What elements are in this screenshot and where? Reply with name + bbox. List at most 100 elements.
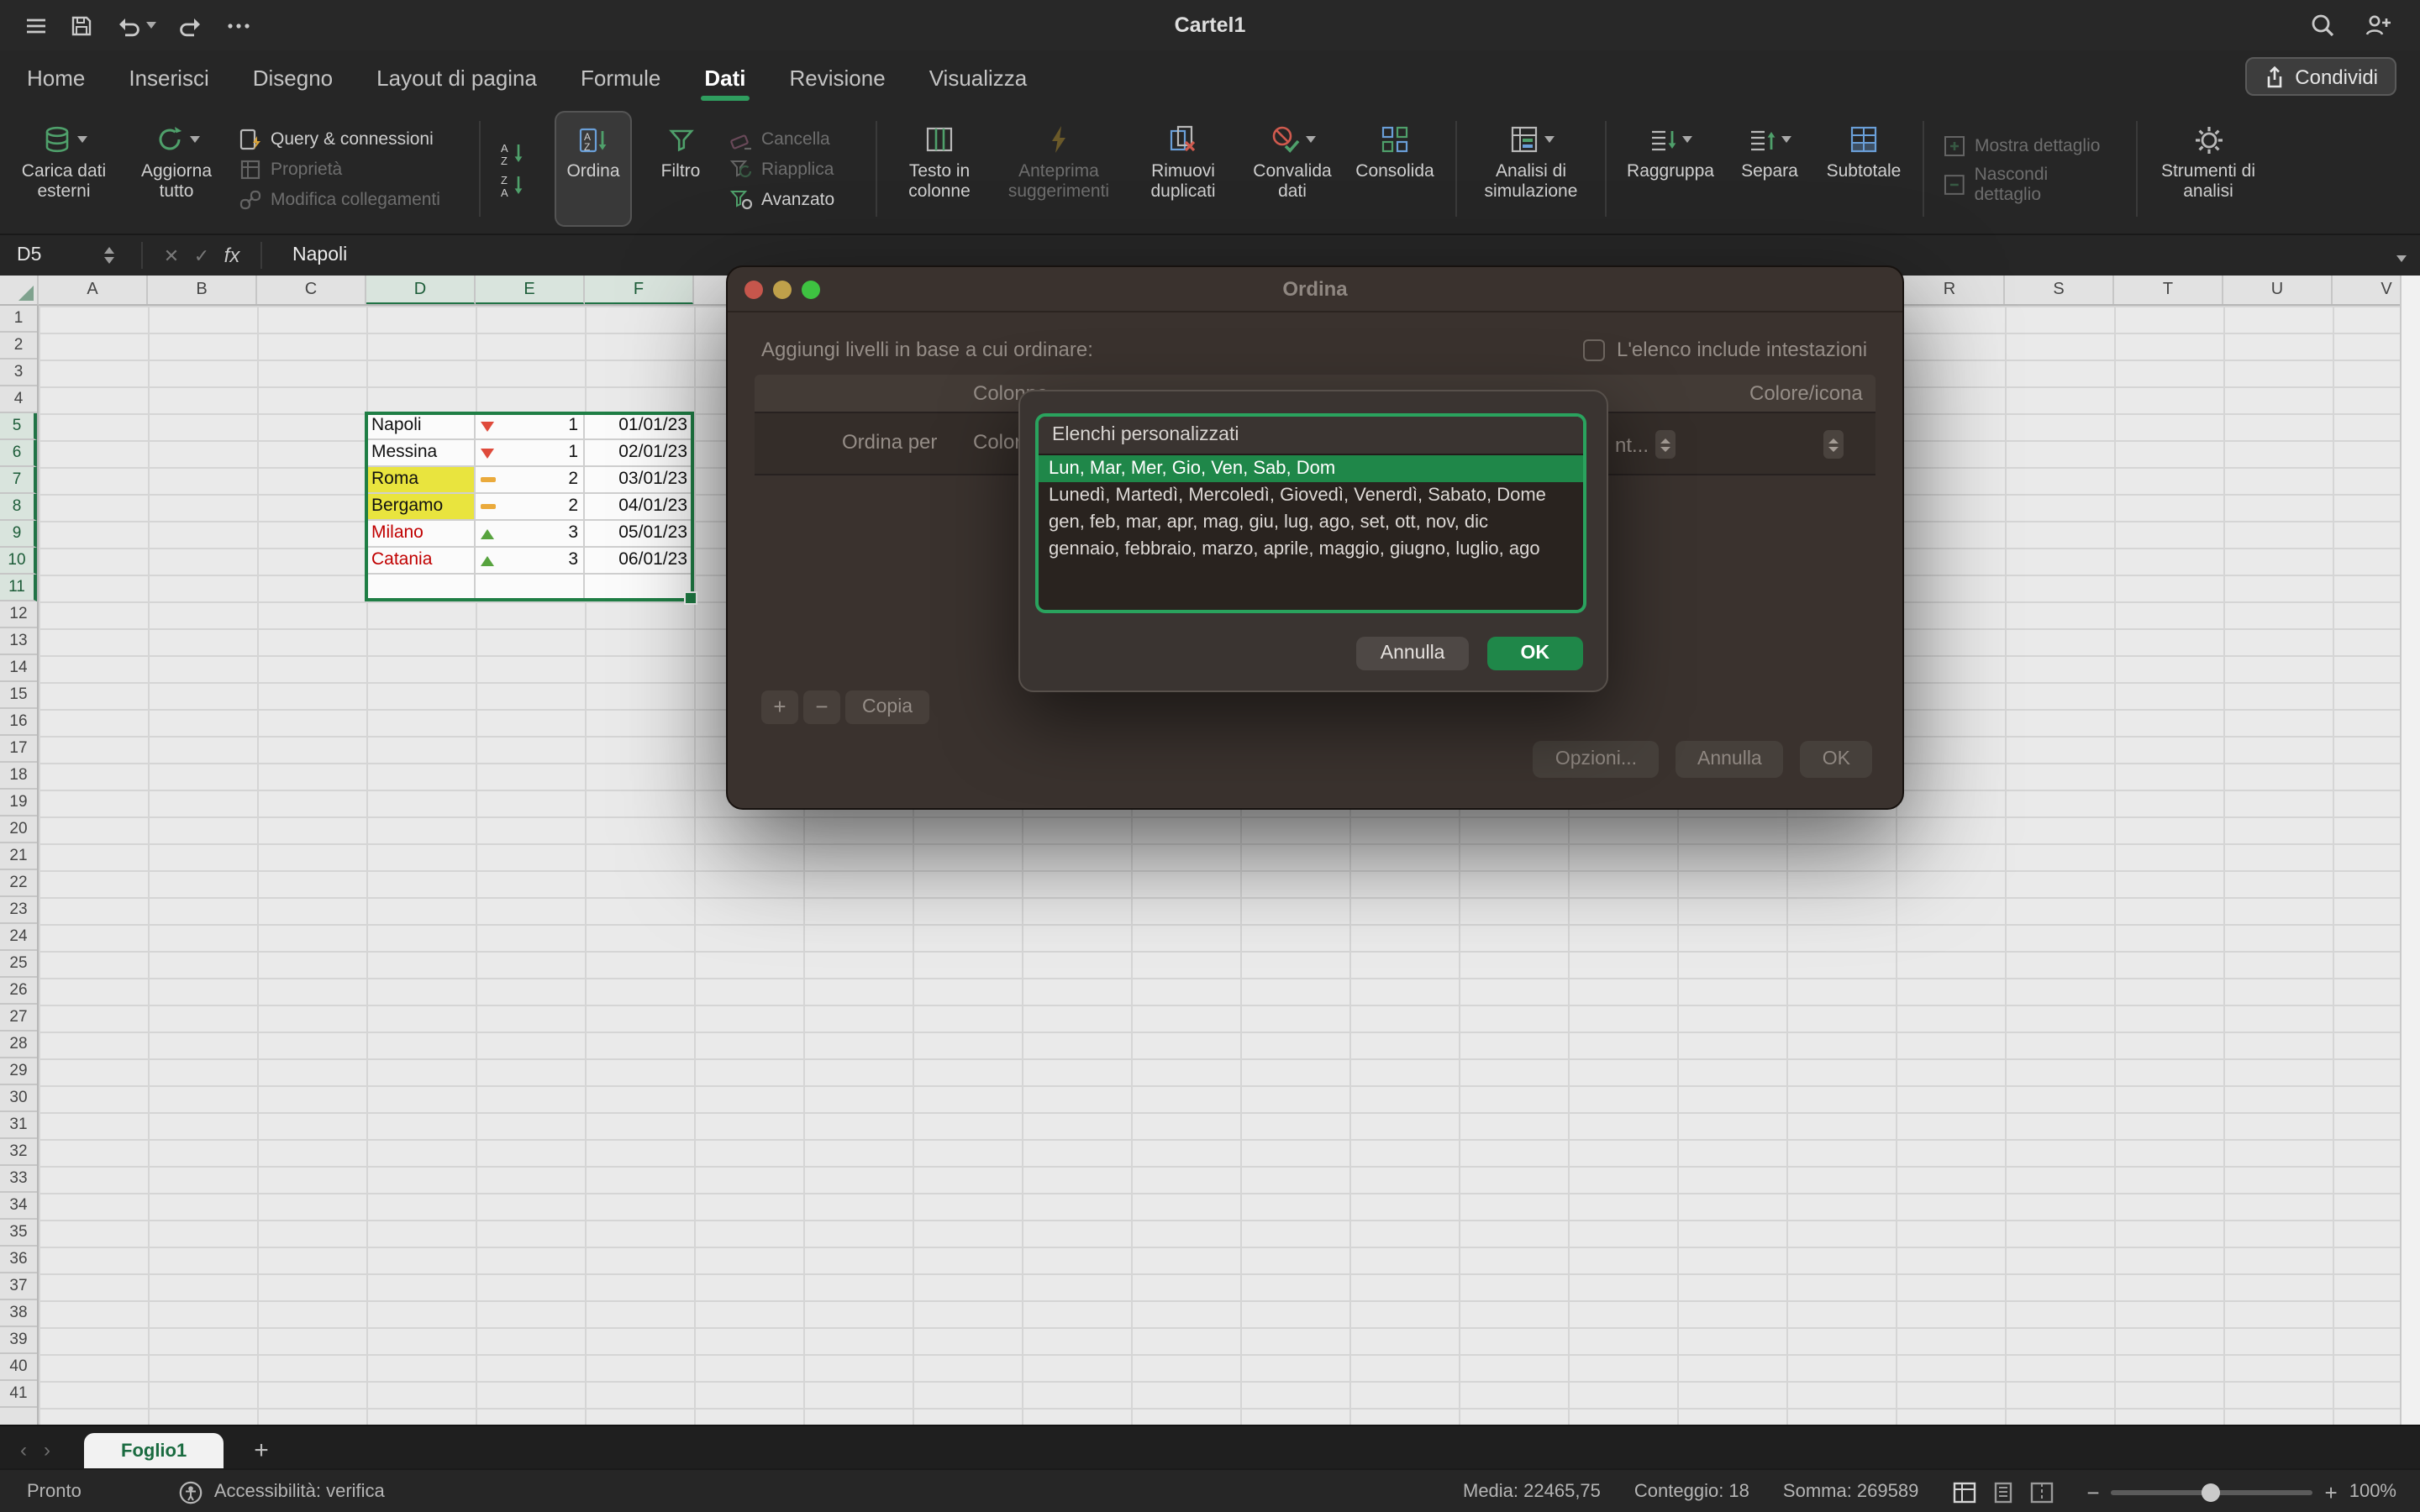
minimize-window-icon[interactable]: [773, 281, 792, 299]
page-break-view-icon[interactable]: [2029, 1481, 2053, 1503]
row-header-14[interactable]: 14: [0, 655, 37, 682]
custom-list-item[interactable]: Lunedì, Martedì, Mercoledì, Giovedì, Ven…: [1039, 482, 1583, 509]
cell-city[interactable]: Messina: [366, 440, 476, 467]
cell-empty[interactable]: [366, 575, 476, 601]
row-header-5[interactable]: 5: [0, 413, 37, 440]
tab-home[interactable]: Home: [27, 50, 85, 104]
row-header-18[interactable]: 18: [0, 763, 37, 790]
share-user-icon[interactable]: [2363, 12, 2393, 39]
ribbon-raggruppa-button[interactable]: Raggruppa: [1625, 111, 1716, 227]
tab-visualizza[interactable]: Visualizza: [929, 50, 1028, 104]
ribbon-filtro-button[interactable]: Filtro: [647, 111, 714, 227]
cell-value[interactable]: 3: [476, 548, 585, 575]
cell-date[interactable]: 03/01/23: [585, 467, 694, 494]
row-header-24[interactable]: 24: [0, 924, 37, 951]
row-header-8[interactable]: 8: [0, 494, 37, 521]
ribbon-nascondi-dettaglio[interactable]: Nascondi dettaglio: [1943, 164, 2118, 204]
row-header-25[interactable]: 25: [0, 951, 37, 978]
add-level-button[interactable]: +: [761, 690, 798, 724]
column-header-R[interactable]: R: [1896, 276, 2005, 306]
name-box[interactable]: D5: [0, 245, 104, 265]
column-header-U[interactable]: U: [2223, 276, 2333, 306]
row-header-34[interactable]: 34: [0, 1193, 37, 1220]
sheet-nav-right-icon[interactable]: ›: [44, 1438, 50, 1462]
sort-ok-button[interactable]: OK: [1801, 741, 1872, 778]
redo-icon[interactable]: [176, 13, 205, 38]
row-header-22[interactable]: 22: [0, 870, 37, 897]
ribbon-query-connessioni[interactable]: Query & connessioni: [239, 127, 460, 150]
remove-level-button[interactable]: −: [803, 690, 840, 724]
undo-icon[interactable]: [114, 13, 156, 38]
sort-options-button[interactable]: Opzioni...: [1534, 741, 1659, 778]
row-header-17[interactable]: 17: [0, 736, 37, 763]
zoom-slider[interactable]: [2112, 1489, 2313, 1494]
row-header-40[interactable]: 40: [0, 1354, 37, 1381]
row-header-16[interactable]: 16: [0, 709, 37, 736]
cell-empty[interactable]: [585, 575, 694, 601]
ribbon-testo-colonne-button[interactable]: Testo in colonne: [896, 111, 983, 227]
cell-value[interactable]: 1: [476, 413, 585, 440]
row-header-26[interactable]: 26: [0, 978, 37, 1005]
column-header-E[interactable]: E: [476, 276, 585, 306]
add-sheet-button[interactable]: +: [254, 1436, 269, 1465]
row-header-2[interactable]: 2: [0, 333, 37, 360]
custom-list-item[interactable]: gennaio, febbraio, marzo, aprile, maggio…: [1039, 536, 1583, 563]
confirm-entry-icon[interactable]: ✓: [187, 244, 217, 266]
zoom-window-icon[interactable]: [802, 281, 820, 299]
row-header-12[interactable]: 12: [0, 601, 37, 628]
row-header-21[interactable]: 21: [0, 843, 37, 870]
ribbon-analisi-simulazione-button[interactable]: Analisi di simulazione: [1476, 111, 1586, 227]
row-header-30[interactable]: 30: [0, 1085, 37, 1112]
row-header-38[interactable]: 38: [0, 1300, 37, 1327]
row-header-4[interactable]: 4: [0, 386, 37, 413]
row-header-39[interactable]: 39: [0, 1327, 37, 1354]
lists-cancel-button[interactable]: Annulla: [1357, 637, 1469, 670]
tab-layout-di-pagina[interactable]: Layout di pagina: [376, 50, 537, 104]
ribbon-aggiorna-button[interactable]: Aggiorna tutto: [129, 111, 224, 227]
tab-inserisci[interactable]: Inserisci: [129, 50, 208, 104]
row-header-3[interactable]: 3: [0, 360, 37, 386]
row-header-28[interactable]: 28: [0, 1032, 37, 1058]
formula-bar-expand-icon[interactable]: [2396, 247, 2407, 267]
zoom-in-icon[interactable]: +: [2325, 1479, 2338, 1504]
row-header-23[interactable]: 23: [0, 897, 37, 924]
cell-city[interactable]: Milano: [366, 521, 476, 548]
cell-date[interactable]: 06/01/23: [585, 548, 694, 575]
cell-city[interactable]: Bergamo: [366, 494, 476, 521]
column-header-A[interactable]: A: [39, 276, 148, 306]
cell-date[interactable]: 05/01/23: [585, 521, 694, 548]
ribbon-cancella[interactable]: Cancella: [729, 127, 857, 150]
name-box-spinner-icon[interactable]: [104, 247, 114, 264]
lists-ok-button[interactable]: OK: [1487, 637, 1584, 670]
row-header-6[interactable]: 6: [0, 440, 37, 467]
cell-city[interactable]: Roma: [366, 467, 476, 494]
search-icon[interactable]: [2309, 12, 2336, 39]
cell-date[interactable]: 01/01/23: [585, 413, 694, 440]
more-commands-icon[interactable]: [225, 13, 252, 38]
accessibility-status[interactable]: Accessibilità: verifica: [179, 1479, 385, 1504]
ribbon-sort-za[interactable]: ZA: [499, 172, 539, 197]
row-header-7[interactable]: 7: [0, 467, 37, 494]
vertical-scrollbar[interactable]: [2400, 276, 2420, 1425]
ribbon-subtotale-button[interactable]: Subtotale: [1823, 111, 1904, 227]
formula-input[interactable]: Napoli: [292, 245, 347, 265]
column-header-V[interactable]: V: [2333, 276, 2400, 306]
zoom-slider-knob[interactable]: [2202, 1483, 2221, 1501]
tab-revisione[interactable]: Revisione: [790, 50, 886, 104]
row-header-36[interactable]: 36: [0, 1247, 37, 1273]
cell-value[interactable]: 1: [476, 440, 585, 467]
column-header-C[interactable]: C: [257, 276, 366, 306]
sheet-nav-left-icon[interactable]: ‹: [20, 1438, 27, 1462]
ribbon-convalida-dati-button[interactable]: Convalida dati: [1247, 111, 1338, 227]
row-header-9[interactable]: 9: [0, 521, 37, 548]
ribbon-menu-icon[interactable]: [24, 13, 49, 38]
copy-level-button[interactable]: Copia: [845, 690, 929, 724]
row-header-37[interactable]: 37: [0, 1273, 37, 1300]
ribbon-ordina-button[interactable]: AZ Ordina: [555, 111, 632, 227]
cell-empty[interactable]: [476, 575, 585, 601]
column-header-F[interactable]: F: [585, 276, 694, 306]
row-header-10[interactable]: 10: [0, 548, 37, 575]
sort-cancel-button[interactable]: Annulla: [1676, 741, 1784, 778]
share-button[interactable]: Condividi: [2244, 57, 2396, 96]
row-header-27[interactable]: 27: [0, 1005, 37, 1032]
